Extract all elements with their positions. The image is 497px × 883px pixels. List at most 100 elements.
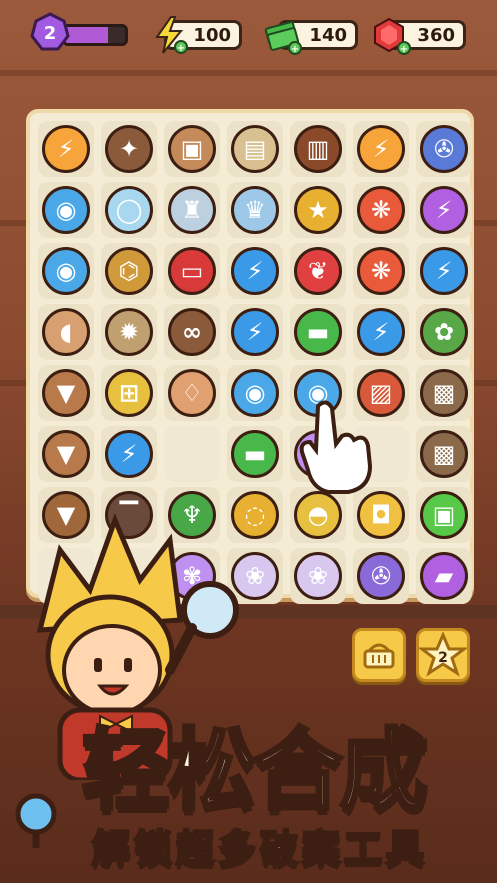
board-cell[interactable]: ❦: [290, 243, 346, 299]
board-cell[interactable]: ▩: [416, 426, 472, 482]
board-cell[interactable]: ▼: [38, 426, 94, 482]
board-cell[interactable]: ❋: [353, 243, 409, 299]
photo-frame-icon[interactable]: ▣: [168, 125, 216, 173]
red-pretzel-icon[interactable]: ❋: [357, 186, 405, 234]
board-cell[interactable]: ∞: [164, 304, 220, 360]
red-pretzel-icon[interactable]: ❋: [357, 247, 405, 295]
wooden-crate-icon[interactable]: ▩: [420, 430, 468, 478]
star-button[interactable]: 2: [416, 628, 470, 682]
blue-lightning-icon[interactable]: ⚡: [231, 308, 279, 356]
barrier-icon[interactable]: ⊞: [105, 369, 153, 417]
basket-button[interactable]: [352, 628, 406, 682]
brass-spyglass-icon[interactable]: ⌬: [105, 247, 153, 295]
board-cell[interactable]: ▣: [416, 487, 472, 543]
purple-lightning-orb-icon[interactable]: ⚡: [420, 186, 468, 234]
board-cell[interactable]: ▰: [416, 548, 472, 604]
puzzle-piece-icon[interactable]: ✦: [105, 125, 153, 173]
gear-lightning-badge-icon[interactable]: ✹: [105, 308, 153, 356]
board-cell[interactable]: ▼: [38, 365, 94, 421]
board-cell[interactable]: ◉: [38, 182, 94, 238]
board-cell[interactable]: [164, 426, 220, 482]
blue-lightning-icon[interactable]: ⚡: [357, 308, 405, 356]
board-cell[interactable]: ▭: [164, 243, 220, 299]
board-cell[interactable]: ✦: [101, 121, 157, 177]
board-cell[interactable]: ◉: [38, 243, 94, 299]
board-cell[interactable]: ⊞: [101, 365, 157, 421]
board-cell[interactable]: ⚡: [227, 304, 283, 360]
top-hud: 2 + 100 + 140 + 360: [0, 8, 497, 55]
board-cell[interactable]: ❀: [290, 548, 346, 604]
red-box-icon[interactable]: ▭: [168, 247, 216, 295]
magnifier-small-icon[interactable]: ◉: [42, 186, 90, 234]
potted-plant-icon[interactable]: ✿: [420, 308, 468, 356]
energy-counter[interactable]: + 100: [155, 16, 242, 54]
magnifier-large-icon[interactable]: ◉: [231, 369, 279, 417]
crystal-ball-icon[interactable]: ◯: [105, 186, 153, 234]
game-scene: 2 + 100 + 140 + 360 ⚡ ✦ ▣ ▤ ▥ ⚡ ✇ ◉ ◯ ♜ …: [0, 0, 497, 883]
cash-stack-icon[interactable]: ▬: [294, 308, 342, 356]
board-cell[interactable]: ⌬: [101, 243, 157, 299]
board-cell[interactable]: ◯: [101, 182, 157, 238]
board-cell[interactable]: ▩: [416, 365, 472, 421]
board-cell[interactable]: ⚡: [38, 121, 94, 177]
board-cell[interactable]: ◉: [227, 365, 283, 421]
gem-value: 360: [417, 25, 455, 46]
board-cell[interactable]: ◖: [38, 304, 94, 360]
vase-icon[interactable]: ♢: [168, 369, 216, 417]
wanted-poster-icon[interactable]: ▤: [231, 125, 279, 173]
board-cell[interactable]: ▣: [164, 121, 220, 177]
toy-vehicle-icon[interactable]: ✇: [357, 552, 405, 600]
blue-lightning-icon[interactable]: ⚡: [105, 430, 153, 478]
board-cell[interactable]: ♛: [227, 182, 283, 238]
footprints-icon[interactable]: ∞: [168, 308, 216, 356]
trophy-cup-icon[interactable]: ♜: [168, 186, 216, 234]
toy-car-icon[interactable]: ▰: [420, 552, 468, 600]
board-cell[interactable]: ✇: [416, 121, 472, 177]
board-cell[interactable]: ★: [290, 182, 346, 238]
board-cell[interactable]: ✿: [416, 304, 472, 360]
energy-value: 100: [193, 25, 231, 46]
board-cell[interactable]: ▥: [290, 121, 346, 177]
lightning-plus-icon: +: [155, 16, 188, 54]
board-cell[interactable]: ♜: [164, 182, 220, 238]
broken-pot-icon[interactable]: ◖: [42, 308, 90, 356]
board-cell[interactable]: ⚡: [353, 304, 409, 360]
board-cell[interactable]: ❋: [353, 182, 409, 238]
yellow-bag-icon[interactable]: ◓: [294, 491, 342, 539]
clay-pot-icon[interactable]: ▼: [42, 369, 90, 417]
board-cell[interactable]: ♢: [164, 365, 220, 421]
board-cell[interactable]: ✇: [353, 548, 409, 604]
green-box-icon[interactable]: ▣: [420, 491, 468, 539]
board-cell[interactable]: ⚡: [101, 426, 157, 482]
star-trophy-icon[interactable]: ★: [294, 186, 342, 234]
clay-pot-icon[interactable]: ▼: [42, 430, 90, 478]
lightning-orb-icon[interactable]: ⚡: [42, 125, 90, 173]
case-folder-icon[interactable]: ▥: [294, 125, 342, 173]
water-bucket-icon[interactable]: ◘: [357, 491, 405, 539]
blue-lightning-icon[interactable]: ⚡: [420, 247, 468, 295]
cash-counter[interactable]: + 140: [264, 20, 358, 55]
wooden-crate-icon[interactable]: ▩: [420, 369, 468, 417]
board-cell[interactable]: ✹: [101, 304, 157, 360]
magnifier-badge-icon: [15, 793, 57, 848]
cash-stack-icon[interactable]: ▬: [231, 430, 279, 478]
wall-plank: [0, 70, 497, 76]
red-wing-icon[interactable]: ❦: [294, 247, 342, 295]
blue-lightning-icon[interactable]: ⚡: [231, 247, 279, 295]
svg-text:+: +: [177, 43, 185, 54]
lightning-orb-icon[interactable]: ⚡: [357, 125, 405, 173]
magnifier-small-icon[interactable]: ◉: [42, 247, 90, 295]
board-cell[interactable]: ⚡: [227, 243, 283, 299]
board-cell[interactable]: ▬: [290, 304, 346, 360]
cotton-tree-icon[interactable]: ❀: [294, 552, 342, 600]
glass-trophy-icon[interactable]: ♛: [231, 186, 279, 234]
board-cell[interactable]: ⚡: [416, 182, 472, 238]
gem-counter[interactable]: + 360: [374, 17, 466, 55]
headline-title: 轻松合成: [80, 717, 430, 824]
level-badge-icon[interactable]: 2: [30, 12, 70, 52]
board-cell[interactable]: ⚡: [353, 121, 409, 177]
telescope-cart-icon[interactable]: ✇: [420, 125, 468, 173]
board-cell[interactable]: ⚡: [416, 243, 472, 299]
board-cell[interactable]: ▤: [227, 121, 283, 177]
board-cell[interactable]: ▬: [227, 426, 283, 482]
